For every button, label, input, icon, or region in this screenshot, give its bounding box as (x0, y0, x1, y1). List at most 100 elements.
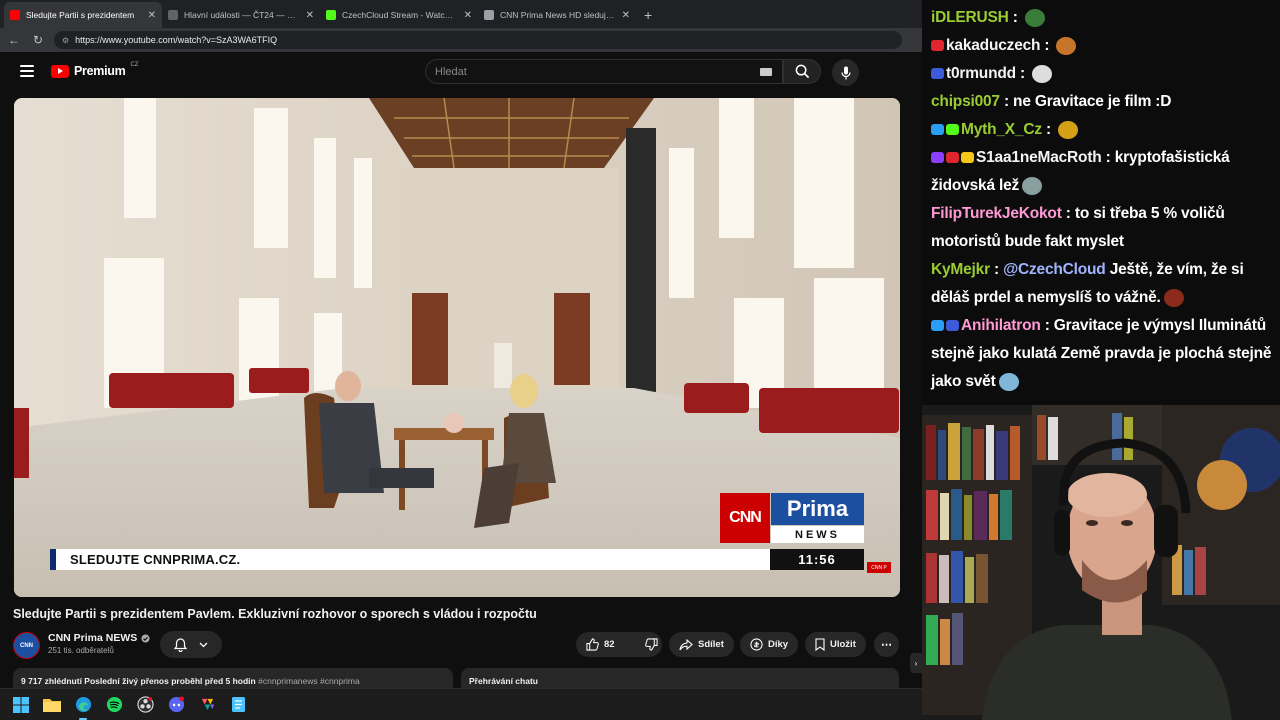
tab-close-icon[interactable]: ✕ (622, 10, 630, 21)
chat-message: Anihilatron : Gravitace je výmysl Ilumin… (931, 317, 1272, 391)
spotify-icon[interactable] (104, 695, 124, 715)
browser-tab[interactable]: Sledujte Partii s prezidentem ✕ (4, 2, 162, 28)
search-placeholder: Hledat (435, 65, 467, 78)
browser-tab[interactable]: CzechCloud Stream - Watch Live ✕ (320, 2, 478, 28)
save-button[interactable]: Uložit (805, 632, 866, 657)
chat-message: t0rmundd : (931, 60, 1272, 88)
subscriber-count: 251 tis. odběratelů (48, 646, 114, 655)
more-actions-icon[interactable]: ⋯ (874, 632, 899, 657)
windows-start-icon[interactable] (11, 695, 31, 715)
tab-close-icon[interactable]: ✕ (148, 10, 156, 21)
address-bar-row: ← ↻ ⚙ https://www.youtube.com/watch?v=Sz… (0, 28, 922, 52)
chat-badge-icon (931, 152, 944, 164)
browser-tab[interactable]: Hlavní události — ČT24 — Česká ✕ (162, 2, 320, 28)
sidebar-toggle[interactable]: › (910, 653, 922, 673)
browser-tab[interactable]: CNN Prima News HD sledujte onl ✕ (478, 2, 636, 28)
bell-icon (174, 637, 187, 652)
chat-badge-icon (931, 68, 944, 80)
chat-emote-icon (1022, 176, 1043, 195)
prima-logo: Prima (771, 493, 864, 525)
logo-region: CZ (130, 62, 139, 68)
chat-username[interactable]: chipsi007 (931, 93, 1000, 110)
chat-message: FilipTurekJeKokot : to si třeba 5 % voli… (931, 205, 1225, 250)
thumbs-up-icon (586, 638, 599, 651)
chevron-down-icon (199, 642, 208, 647)
file-explorer-icon[interactable] (42, 695, 62, 715)
youtube-play-icon (51, 64, 69, 78)
chat-emote-icon (1163, 288, 1184, 307)
obs-icon[interactable] (135, 695, 155, 715)
edge-browser-icon[interactable] (73, 695, 93, 720)
hashtags[interactable]: #cnnprimanews #cnnprima (258, 676, 360, 686)
broadcast-clock: 11:56 (770, 549, 864, 570)
chat-username[interactable]: kakaduczech (946, 37, 1040, 54)
chat-message: iDLERUSH : (931, 4, 1272, 32)
chat-replay-label: Přehrávání chatu (469, 676, 538, 686)
search-button[interactable] (783, 59, 821, 84)
notification-bell-button[interactable] (160, 631, 222, 658)
chat-username[interactable]: FilipTurekJeKokot (931, 205, 1062, 222)
channel-name[interactable]: CNN Prima NEWS (48, 632, 137, 644)
share-icon (679, 638, 693, 650)
like-dislike-group: 82 (576, 632, 662, 657)
tab-strip: Sledujte Partii s prezidentem ✕ Hlavní udá… (0, 0, 922, 28)
hamburger-menu-icon[interactable] (20, 65, 34, 77)
site-info-icon[interactable]: ⚙ (62, 36, 69, 45)
chat-emote-icon (1024, 8, 1045, 27)
tab-close-icon[interactable]: ✕ (464, 10, 472, 21)
chat-message: kakaduczech : (931, 32, 1272, 60)
chat-username[interactable]: t0rmundd (946, 65, 1016, 82)
tab-close-icon[interactable]: ✕ (306, 10, 314, 21)
search-input[interactable]: Hledat (425, 59, 783, 84)
keyboard-icon[interactable] (760, 68, 772, 76)
microphone-icon (840, 66, 851, 79)
chat-username[interactable]: KyMejkr (931, 261, 990, 278)
dislike-button[interactable] (635, 632, 668, 657)
chat-mention[interactable]: @CzechCloud (1003, 261, 1106, 278)
chat-text: ne Gravitace je film :D (1013, 93, 1172, 110)
url-field[interactable]: ⚙ https://www.youtube.com/watch?v=SzA3WA… (54, 31, 902, 49)
new-tab-icon[interactable]: + (644, 2, 652, 28)
chat-username[interactable]: Myth_X_Cz (961, 121, 1042, 138)
view-stats: 9 717 zhlédnutí Poslední živý přenos pro… (21, 676, 256, 686)
like-count: 82 (604, 639, 615, 650)
channel-avatar[interactable]: CNN (13, 632, 40, 659)
tab-favicon-icon (168, 10, 178, 20)
verified-icon (141, 633, 150, 643)
like-button[interactable]: 82 (576, 632, 625, 657)
chat-username[interactable]: Anihilatron (961, 317, 1041, 334)
share-button[interactable]: Sdílet (669, 632, 734, 657)
chat-badge-icon (961, 152, 974, 164)
tab-label: Sledujte Partii s prezidentem (26, 10, 135, 20)
news-label: NEWS (771, 526, 864, 543)
webcam-feed (922, 405, 1280, 720)
tab-label: CNN Prima News HD sledujte onl (500, 10, 616, 20)
chat-badge-icon (931, 124, 944, 136)
chat-badge-icon (931, 320, 944, 332)
chat-message: KyMejkr : @CzechCloud Ještě, že vím, že … (931, 261, 1244, 307)
discord-icon[interactable] (166, 695, 186, 715)
chat-emote-icon (1058, 120, 1079, 139)
thanks-button[interactable]: Díky (740, 632, 799, 657)
tab-favicon-icon (484, 10, 494, 20)
youtube-logo[interactable]: Premium CZ (51, 62, 139, 78)
thumbs-down-icon (644, 638, 658, 651)
channel-name-row[interactable]: CNN Prima NEWS (48, 632, 150, 644)
reload-icon[interactable]: ↻ (30, 33, 46, 47)
multicolor-app-icon[interactable] (197, 695, 217, 715)
chat-message: S1aa1neMacRoth : kryptofašistická židovs… (931, 149, 1230, 195)
chat-username[interactable]: S1aa1neMacRoth (976, 149, 1102, 166)
lower-third-banner: SLEDUJTE CNNPRIMA.CZ. (50, 549, 770, 570)
chat-emote-icon (998, 372, 1019, 391)
voice-search-button[interactable] (832, 59, 859, 86)
cnn-logo: CNN (720, 493, 770, 543)
stream-chat-overlay: iDLERUSH : kakaduczech : t0rmundd : chip… (922, 0, 1280, 405)
thanks-icon (750, 638, 763, 651)
save-label: Uložit (830, 639, 856, 650)
chat-emote-icon (1032, 64, 1053, 83)
chat-username[interactable]: iDLERUSH (931, 9, 1009, 26)
notepad-icon[interactable] (228, 695, 248, 715)
share-label: Sdílet (698, 639, 724, 650)
chat-badge-icon (931, 40, 944, 52)
back-icon[interactable]: ← (6, 33, 22, 47)
